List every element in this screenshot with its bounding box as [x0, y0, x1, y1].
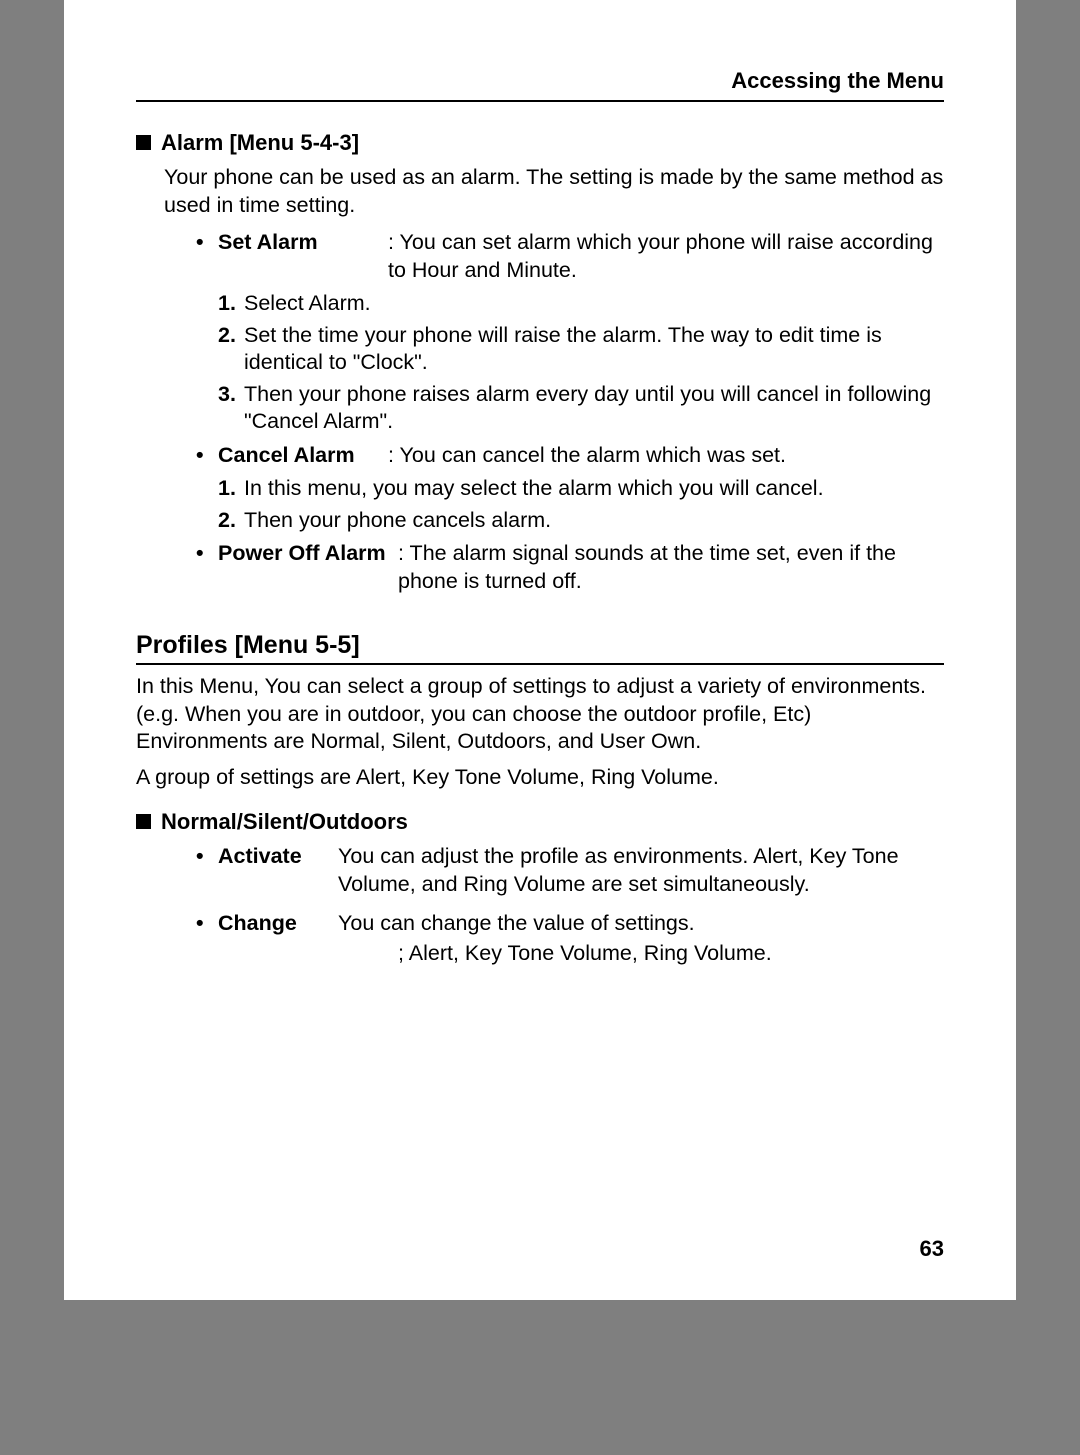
change-desc-2: ; Alert, Key Tone Volume, Ring Volume.	[398, 940, 944, 968]
step-number: 1.	[218, 290, 244, 318]
square-bullet-icon	[136, 135, 151, 150]
activate-item: • Activate You can adjust the profile as…	[196, 843, 944, 898]
cancel-alarm-desc: : You can cancel the alarm which was set…	[388, 442, 944, 470]
alarm-heading: Alarm [Menu 5-4-3]	[136, 130, 944, 156]
set-alarm-desc: : You can set alarm which your phone wil…	[388, 229, 944, 284]
bullet-icon: •	[196, 540, 218, 595]
step-text: Set the time your phone will raise the a…	[244, 322, 944, 377]
profiles-sub-heading-text: Normal/Silent/Outdoors	[161, 809, 408, 834]
profiles-para-2: A group of settings are Alert, Key Tone …	[136, 764, 944, 792]
power-off-alarm-item: • Power Off Alarm : The alarm signal sou…	[196, 540, 944, 595]
power-off-alarm-label: Power Off Alarm	[218, 540, 398, 595]
step-text: Then your phone raises alarm every day u…	[244, 381, 944, 436]
cancel-alarm-steps: 1.In this menu, you may select the alarm…	[218, 475, 944, 534]
activate-desc: You can adjust the profile as environmen…	[338, 843, 944, 898]
step-number: 2.	[218, 507, 244, 535]
bullet-icon: •	[196, 843, 218, 898]
cancel-alarm-item: • Cancel Alarm : You can cancel the alar…	[196, 442, 944, 470]
profiles-sub-heading: Normal/Silent/Outdoors	[136, 809, 944, 835]
bullet-icon: •	[196, 229, 218, 284]
change-desc-1: You can change the value of settings.	[338, 910, 944, 938]
bullet-icon: •	[196, 442, 218, 470]
step-number: 1.	[218, 475, 244, 503]
power-off-alarm-desc: : The alarm signal sounds at the time se…	[398, 540, 944, 595]
step-text: Select Alarm.	[244, 290, 944, 318]
bullet-icon: •	[196, 910, 218, 938]
profiles-para-1: In this Menu, You can select a group of …	[136, 673, 944, 756]
cancel-alarm-label: Cancel Alarm	[218, 442, 388, 470]
alarm-heading-text: Alarm [Menu 5-4-3]	[161, 130, 359, 155]
step-number: 3.	[218, 381, 244, 436]
step-number: 2.	[218, 322, 244, 377]
step-text: Then your phone cancels alarm.	[244, 507, 944, 535]
profiles-heading: Profiles [Menu 5-5]	[136, 631, 944, 665]
set-alarm-steps: 1.Select Alarm. 2.Set the time your phon…	[218, 290, 944, 436]
alarm-intro: Your phone can be used as an alarm. The …	[164, 164, 944, 219]
page-header: Accessing the Menu	[136, 68, 944, 102]
set-alarm-label: Set Alarm	[218, 229, 388, 284]
change-item: • Change You can change the value of set…	[196, 910, 944, 938]
change-label: Change	[218, 910, 338, 938]
square-bullet-icon	[136, 814, 151, 829]
profiles-sub-items: • Activate You can adjust the profile as…	[196, 843, 944, 967]
activate-label: Activate	[218, 843, 338, 898]
document-page: Accessing the Menu Alarm [Menu 5-4-3] Yo…	[64, 0, 1016, 1300]
set-alarm-item: • Set Alarm : You can set alarm which yo…	[196, 229, 944, 284]
step-text: In this menu, you may select the alarm w…	[244, 475, 944, 503]
page-number: 63	[920, 1236, 944, 1262]
